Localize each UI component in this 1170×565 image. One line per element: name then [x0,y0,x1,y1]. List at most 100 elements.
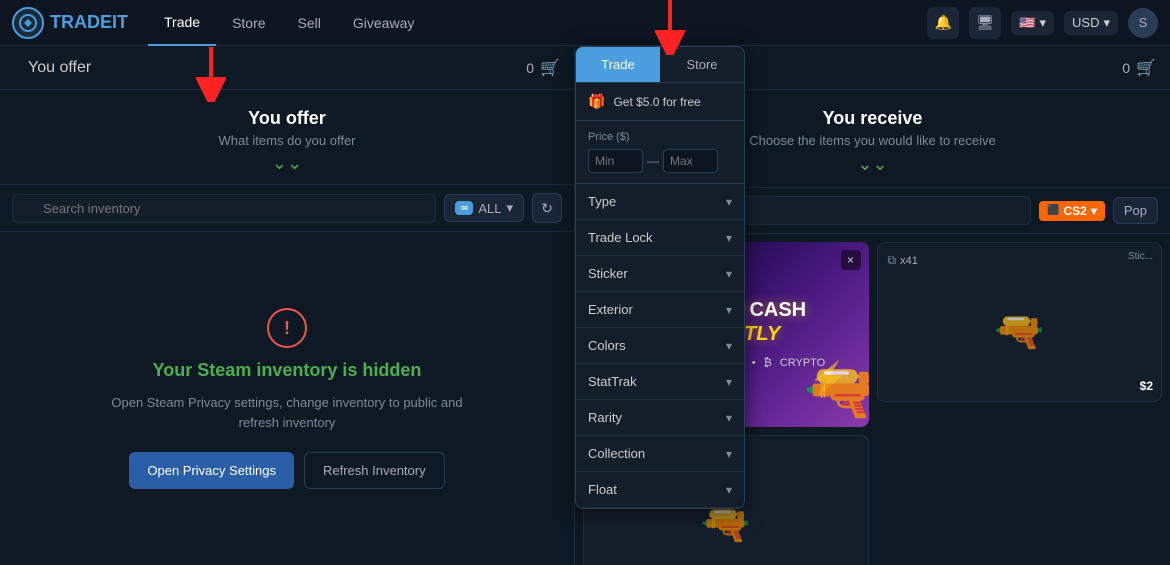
logo-icon [12,7,44,39]
offer-chevron-icon: ⌄⌄ [272,154,302,172]
main-nav: Trade Store Sell Giveaway [148,0,430,46]
weapon-image: 🔫 [804,356,869,427]
left-cart-count: 0 [526,60,534,76]
right-cart-icon[interactable]: 🛒 [1136,58,1156,78]
flag-icon: 🇺🇸 [1019,15,1035,31]
sticker-label: Stic... [1128,251,1153,262]
chevron-down-icon: ▾ [506,200,513,216]
right-cart-area: 0 🛒 [1122,58,1156,78]
chevron-right-icon: ▾ [726,375,732,389]
offer-title: You offer [248,108,326,129]
left-panel-header: You offer 0 🛒 [0,46,574,90]
warning-icon: ! [267,308,307,348]
chevron-right-icon: ▾ [726,195,732,209]
item-stack: ⧉ x41 [888,253,918,268]
receive-subtitle: Choose the items you would like to recei… [749,133,995,148]
offer-subtitle: What items do you offer [218,133,355,148]
left-search-input[interactable] [12,194,436,223]
left-search-wrap: 🔍 [12,194,436,223]
left-refresh-btn[interactable]: ↻ [532,193,562,223]
dropdown-tab-store[interactable]: Store [660,47,744,83]
crypto-icon: ₿ [764,357,772,369]
chevron-down-icon: ▾ [1103,15,1110,31]
chevron-right-icon: ▾ [726,411,732,425]
filter-collection[interactable]: Collection ▾ [576,436,744,472]
refresh-inventory-btn[interactable]: Refresh Inventory [304,452,445,489]
monitor-btn[interactable]: 🖥 [969,7,1001,39]
left-filter-btn[interactable]: ∞ ALL ▾ [444,194,524,222]
right-cart-count: 0 [1122,60,1130,76]
logo-text: TRADEIT [50,12,128,33]
action-buttons: Open Privacy Settings Refresh Inventory [129,452,444,489]
ad-close-btn[interactable]: × [841,250,861,270]
filter-type[interactable]: Type ▾ [576,184,744,220]
language-btn[interactable]: 🇺🇸 ▾ [1011,11,1054,35]
notifications-btn[interactable]: 🔔 [927,7,959,39]
filter-exterior[interactable]: Exterior ▾ [576,292,744,328]
hidden-inventory-desc: Open Steam Privacy settings, change inve… [97,393,477,432]
promo-text: Get $5.0 for free [613,95,700,109]
left-cart-area: 0 🛒 [526,58,560,78]
filter-all-label: ALL [478,201,501,216]
filter-dropdown: Trade Store 🎁 Get $5.0 for free Price ($… [575,46,745,509]
chevron-right-icon: ▾ [726,303,732,317]
header: TRADEIT Trade Store Sell Giveaway 🔔 🖥 🇺🇸… [0,0,1170,46]
chevron-down-icon: ▾ [1091,204,1097,218]
layers-icon: ⧉ [888,253,897,268]
chevron-right-icon: ▾ [726,231,732,245]
nav-trade[interactable]: Trade [148,0,216,46]
cs2-label: CS2 [1063,204,1086,218]
price-section: Price ($) — [576,121,744,184]
receive-chevron-icon: ⌄⌄ [857,154,887,175]
left-cart-icon[interactable]: 🛒 [540,58,560,78]
filter-colors[interactable]: Colors ▾ [576,328,744,364]
gift-icon: 🎁 [588,93,605,110]
hidden-inventory-section: ! Your Steam inventory is hidden Open St… [0,232,574,565]
cs2-icon: ⬛ [1047,205,1059,216]
chevron-right-icon: ▾ [726,267,732,281]
receive-title: You receive [823,108,923,129]
nav-giveaway[interactable]: Giveaway [337,0,430,46]
logo[interactable]: TRADEIT [12,7,128,39]
filter-float[interactable]: Float ▾ [576,472,744,508]
main-content: You offer 0 🛒 You offer What items do yo… [0,46,1170,565]
popularity-sort-btn[interactable]: Pop [1113,197,1158,224]
offer-section: You offer What items do you offer ⌄⌄ [0,90,574,185]
item-card[interactable]: ⧉ x41 Stic... 🔫 $2 [877,242,1163,402]
chevron-down-icon: ▾ [1039,15,1046,31]
item-card-header: ⧉ x41 Stic... [888,253,1152,268]
dropdown-tabs: Trade Store [576,47,744,83]
dropdown-tab-trade[interactable]: Trade [576,47,660,83]
hidden-inventory-title: Your Steam inventory is hidden [153,360,422,381]
dot-separator: • [752,357,756,369]
weapon-icon: 🔫 [994,308,1044,355]
user-avatar[interactable]: S [1128,8,1158,38]
item-price: $2 [1140,379,1153,393]
price-inputs: — [588,149,732,173]
promo-row[interactable]: 🎁 Get $5.0 for free [576,83,744,121]
item-image-area: 🔫 [888,272,1152,391]
filter-stattrak[interactable]: StatTrak ▾ [576,364,744,400]
nav-sell[interactable]: Sell [282,0,337,46]
open-privacy-btn[interactable]: Open Privacy Settings [129,452,294,489]
you-offer-label: You offer [14,59,105,77]
filter-rarity[interactable]: Rarity ▾ [576,400,744,436]
left-panel: You offer 0 🛒 You offer What items do yo… [0,46,575,565]
price-max-input[interactable] [663,149,718,173]
price-dash: — [647,154,659,168]
chevron-right-icon: ▾ [726,483,732,497]
cs2-game-badge[interactable]: ⬛ CS2 ▾ [1039,201,1105,221]
header-right: 🔔 🖥 🇺🇸 ▾ USD ▾ S [927,7,1158,39]
nav-store[interactable]: Store [216,0,281,46]
filter-trade-lock[interactable]: Trade Lock ▾ [576,220,744,256]
filter-sticker[interactable]: Sticker ▾ [576,256,744,292]
price-min-input[interactable] [588,149,643,173]
price-label: Price ($) [588,131,732,143]
currency-btn[interactable]: USD ▾ [1064,11,1118,35]
infinity-badge: ∞ [455,201,473,215]
chevron-right-icon: ▾ [726,447,732,461]
chevron-right-icon: ▾ [726,339,732,353]
avatar-initial: S [1139,15,1148,30]
left-search-row: 🔍 ∞ ALL ▾ ↻ [0,185,574,232]
stack-count: x41 [900,255,918,267]
